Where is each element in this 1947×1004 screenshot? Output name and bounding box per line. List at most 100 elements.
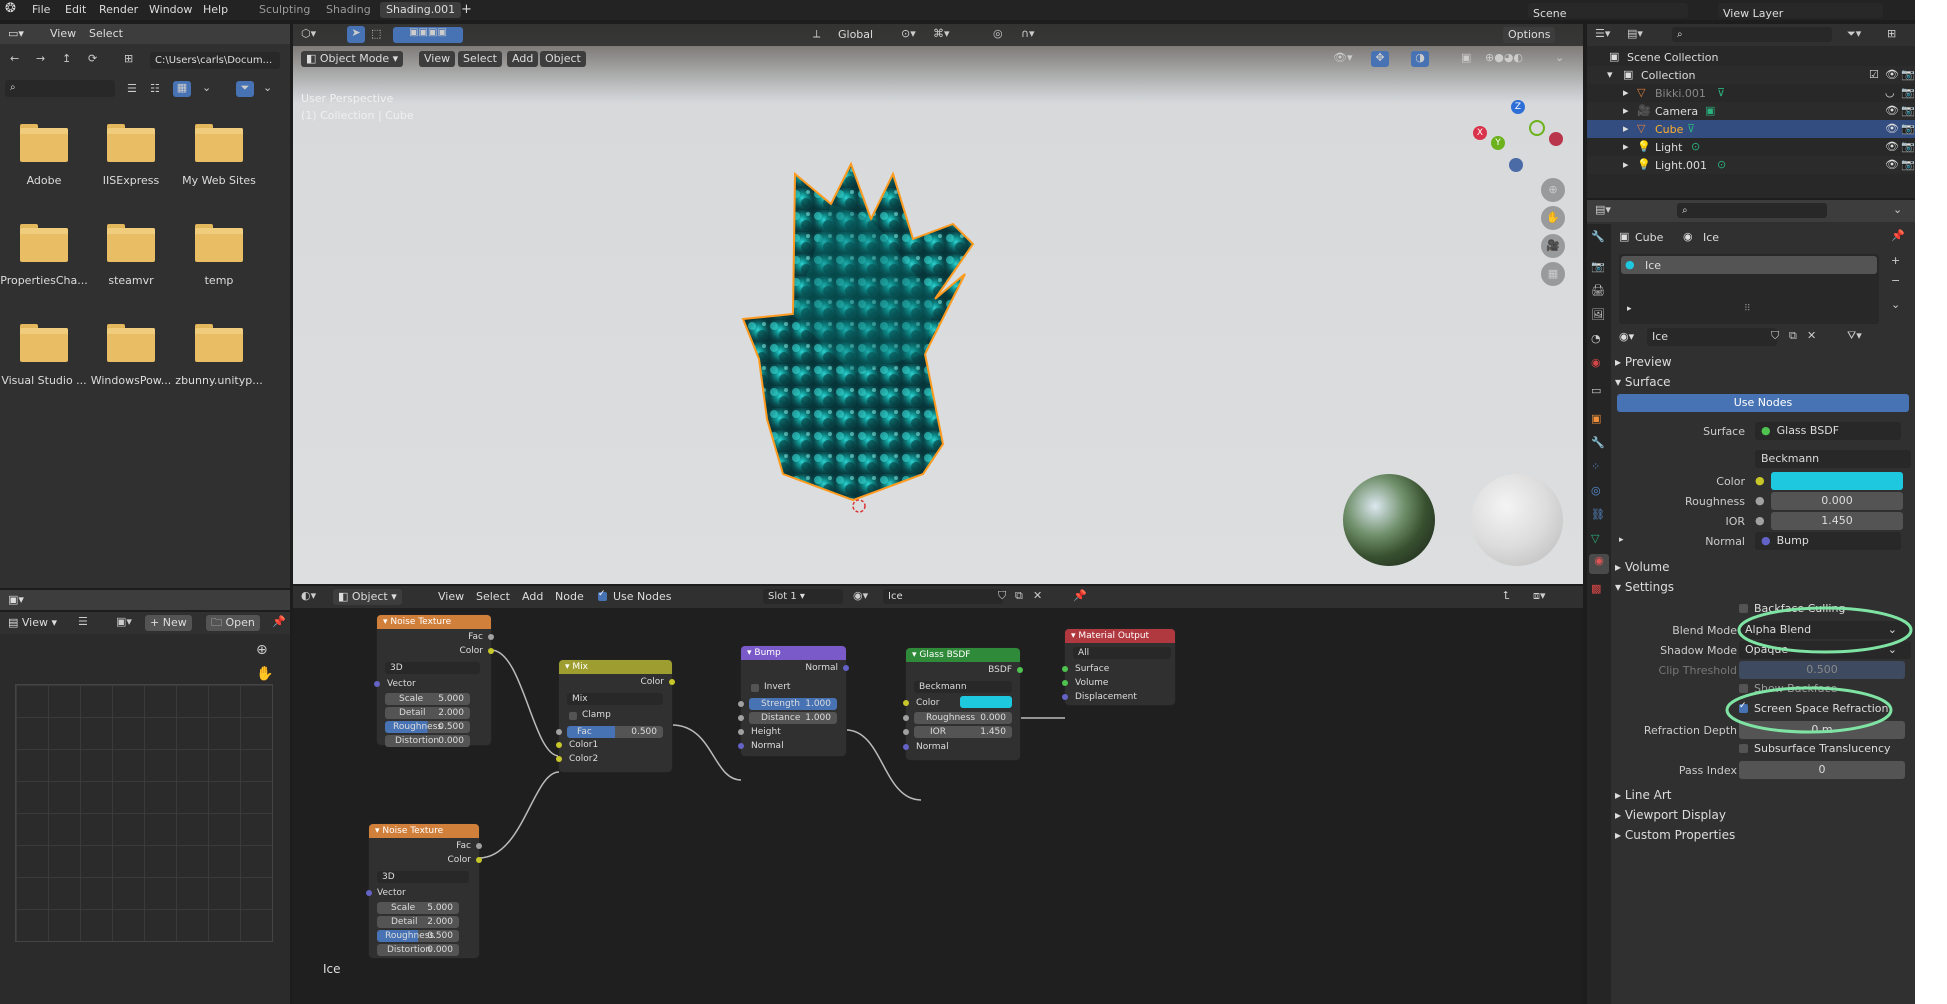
axis-y[interactable]: Y <box>1491 136 1505 150</box>
ice-cube-object[interactable] <box>703 144 1053 524</box>
input-socket[interactable] <box>738 715 744 721</box>
select-tool-icon[interactable]: ➤ <box>347 26 365 43</box>
dimension-dropdown[interactable]: 3D <box>385 662 480 674</box>
camera-view-icon[interactable]: 🎥 <box>1541 234 1565 258</box>
camera-render-icon[interactable]: 📷 <box>1901 158 1915 171</box>
folder-icon[interactable] <box>195 224 243 262</box>
vp-menu-view[interactable]: View <box>419 51 456 67</box>
roughness-field[interactable]: Roughness 0.500 <box>377 930 459 942</box>
zoom-icon[interactable]: ⊕ <box>256 642 268 658</box>
expand-icon[interactable]: ▸ <box>1623 86 1629 99</box>
detail-field[interactable]: Detail 2.000 <box>377 916 459 928</box>
hand-pan-icon[interactable]: ✋ <box>256 666 273 682</box>
expand-icon[interactable]: ▾ <box>1607 68 1613 81</box>
node-header[interactable]: ▾ Mix <box>559 660 672 674</box>
outliner-search[interactable]: ⌕ <box>1672 27 1832 42</box>
checkbox-icon[interactable]: ☑ <box>1869 68 1879 81</box>
orientation-icon[interactable]: ⟂ <box>813 27 820 41</box>
camera-render-icon[interactable]: 📷 <box>1901 68 1915 81</box>
fb-search-input[interactable]: ⌕ <box>5 80 115 97</box>
eye-icon[interactable]: 👁 <box>1885 158 1899 171</box>
node-mix[interactable]: ▾ Mix Color Mix Clamp Fac 0.500 Color1 Co… <box>556 660 675 772</box>
gizmo-icon[interactable]: ✥ <box>1371 51 1389 67</box>
node-bump[interactable]: ▾ Bump Normal Invert Strength 1.000 Dista… <box>738 646 849 756</box>
folder-icon[interactable] <box>107 324 155 362</box>
input-socket[interactable] <box>903 744 909 750</box>
camera-render-icon[interactable]: 📷 <box>1901 104 1915 117</box>
output-socket[interactable] <box>488 648 494 654</box>
axis-x[interactable]: X <box>1473 126 1487 140</box>
input-socket[interactable] <box>738 701 744 707</box>
expand-icon[interactable]: ▸ <box>1623 158 1629 171</box>
axis-neg-x[interactable] <box>1549 132 1563 146</box>
falloff-icon[interactable]: ∩▾ <box>1021 27 1035 40</box>
input-socket[interactable] <box>556 729 562 735</box>
axis-z[interactable]: Z <box>1511 100 1525 114</box>
add-workspace-button[interactable]: + <box>461 2 472 17</box>
tree-row-cube[interactable]: ▸ ▽ Cube ⊽ 👁 📷 <box>1587 120 1915 138</box>
node-glass-bsdf[interactable]: ▾ Glass BSDF BSDF Beckmann Color Roughne… <box>903 648 1023 760</box>
distortion-field[interactable]: Distortion 0.000 <box>377 944 459 956</box>
scene-selector[interactable]: Scene <box>1528 3 1688 20</box>
distortion-field[interactable]: Distortion 0.000 <box>385 735 470 747</box>
parent-dir-icon[interactable]: ↥ <box>62 52 71 65</box>
image-view-menu[interactable]: ▤ View ▾ <box>8 616 57 629</box>
sort-dropdown-icon[interactable]: ⌄ <box>202 81 211 94</box>
viewport-options-button[interactable]: Options <box>1503 27 1556 43</box>
shading-modes-icon[interactable]: ⊕●◕◐ <box>1485 51 1523 64</box>
invert-checkbox[interactable] <box>751 684 759 692</box>
camera-render-icon[interactable]: 📷 <box>1901 122 1915 135</box>
output-socket[interactable] <box>843 665 849 671</box>
open-image-button[interactable]: 🗀 Open <box>206 615 260 631</box>
clamp-checkbox[interactable] <box>569 712 577 720</box>
view-layer-selector[interactable]: View Layer <box>1718 3 1883 20</box>
snap-icon[interactable]: ⌘▾ <box>933 27 950 40</box>
filter-dropdown-icon[interactable]: ⌄ <box>263 81 272 94</box>
output-socket[interactable] <box>1017 667 1023 673</box>
input-socket[interactable] <box>903 700 909 706</box>
editor-type-icon[interactable]: ☰▾ <box>1595 27 1610 40</box>
image-canvas[interactable]: ⊕ ✋ <box>0 634 290 1004</box>
eye-icon[interactable]: 👁 <box>1885 140 1899 153</box>
input-socket[interactable] <box>738 743 744 749</box>
expand-icon[interactable]: ▸ <box>1623 122 1629 135</box>
output-socket[interactable] <box>476 857 482 863</box>
vp-menu-add[interactable]: Add <box>507 51 539 67</box>
new-collection-icon[interactable]: ⊞ <box>1887 27 1896 40</box>
pan-view-icon[interactable]: ✋ <box>1541 206 1565 230</box>
node-header[interactable]: ▾ Noise Texture <box>369 824 479 838</box>
input-socket[interactable] <box>738 729 744 735</box>
detail-field[interactable]: Detail 2.000 <box>385 707 470 719</box>
list-vertical-icon[interactable]: ☰ <box>127 82 137 95</box>
back-arrow-icon[interactable]: ← <box>10 52 19 65</box>
overlay-icon[interactable]: ◑ <box>1411 51 1429 67</box>
editor-type-icon[interactable]: ⬡▾ <box>301 27 316 40</box>
distribution-dropdown[interactable]: Beckmann <box>914 681 1012 693</box>
menu-file[interactable]: File <box>32 3 50 16</box>
fb-menu-select[interactable]: Select <box>89 27 123 40</box>
tab-shading[interactable]: Shading <box>320 2 377 18</box>
strength-field[interactable]: Strength 1.000 <box>749 698 837 710</box>
path-field[interactable]: C:\Users\carls\Docum... <box>150 52 280 69</box>
folder-icon[interactable] <box>20 124 68 162</box>
dashed-box-icon[interactable]: ⬚ <box>371 27 381 40</box>
node-noise-texture-1[interactable]: ▾ Noise Texture Fac Color 3D Vector Scal… <box>374 615 494 747</box>
folder-icon[interactable] <box>107 224 155 262</box>
hamburger-icon[interactable]: ☰ <box>78 615 88 628</box>
tree-row-bikki[interactable]: ▸ ▽ Bikki.001 ⊽ ◡ 📷 <box>1587 84 1915 102</box>
editor-type-icon[interactable]: ▭▾ <box>8 27 24 40</box>
roughness-field[interactable]: Roughness 0.500 <box>385 721 470 733</box>
dimension-dropdown[interactable]: 3D <box>377 871 469 883</box>
node-noise-texture-2[interactable]: ▾ Noise Texture Fac Color 3D Vector Scal… <box>366 824 482 958</box>
blender-logo-icon[interactable]: ❂ <box>5 1 16 16</box>
ortho-toggle-icon[interactable]: ▦ <box>1541 262 1565 286</box>
roughness-field[interactable]: Roughness 0.000 <box>914 712 1012 724</box>
image-browse-icon[interactable]: ▣▾ <box>116 615 132 628</box>
folder-icon[interactable] <box>20 224 68 262</box>
output-socket[interactable] <box>488 634 494 640</box>
target-dropdown[interactable]: All <box>1073 647 1171 659</box>
thumbnail-icon[interactable]: ▦ <box>173 81 191 97</box>
menu-window[interactable]: Window <box>149 3 192 16</box>
folder-icon[interactable] <box>195 124 243 162</box>
node-material-output[interactable]: ▾ Material Output All Surface Volume Dis… <box>1062 629 1175 705</box>
